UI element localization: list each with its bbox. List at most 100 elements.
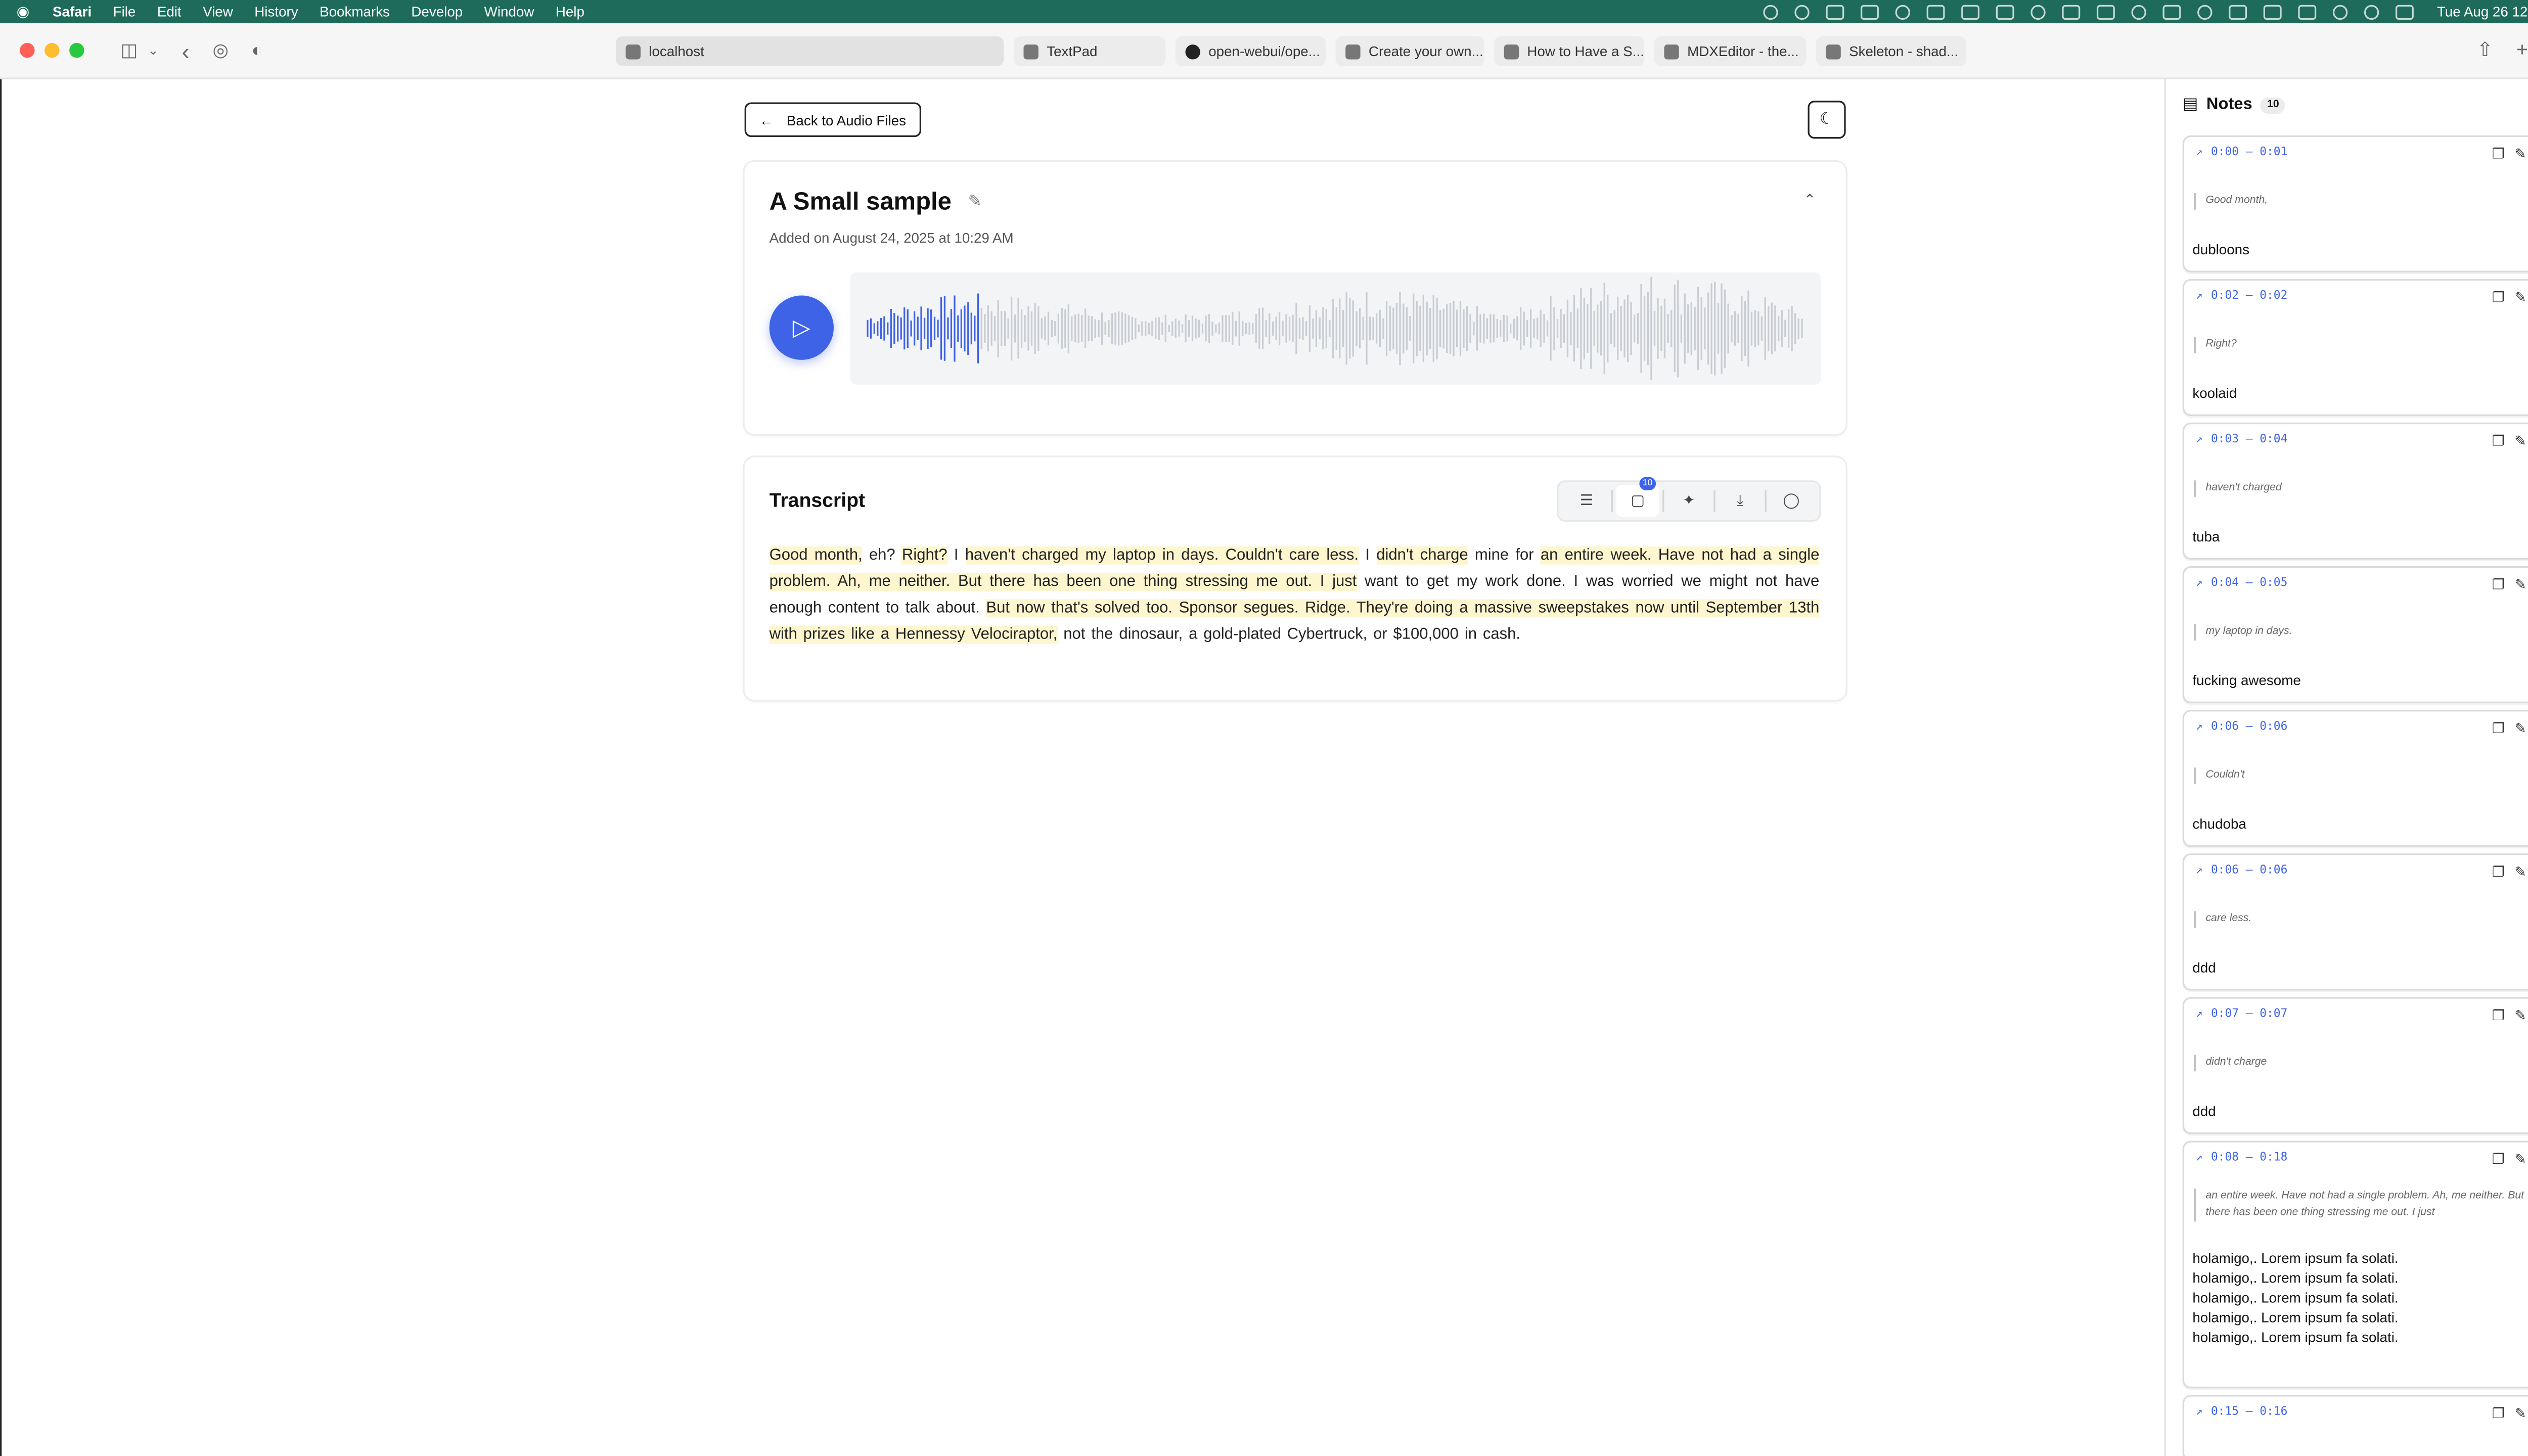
note-timestamp[interactable]: ↗ 0:07 – 0:07 <box>2196 1007 2287 1020</box>
edit-icon[interactable]: ✎ <box>2514 1151 2526 1169</box>
new-tab-icon[interactable]: + <box>2516 38 2528 61</box>
status-app-icon[interactable] <box>1826 4 1844 19</box>
transcript-segment[interactable]: not the dinosaur, a gold-plated Cybertru… <box>1057 626 1520 644</box>
note-timestamp[interactable]: ↗ 0:06 – 0:06 <box>2196 720 2287 733</box>
status-app-icon[interactable] <box>1961 4 1980 19</box>
note-timestamp[interactable]: ↗ 0:04 – 0:05 <box>2196 576 2287 589</box>
menu-safari[interactable]: Safari <box>53 4 92 20</box>
status-app-icon[interactable] <box>1763 4 1778 19</box>
transcript-segment[interactable]: eh? <box>863 547 902 565</box>
menubar-clock[interactable]: Tue Aug 26 12:25 PM <box>2437 4 2528 20</box>
copy-icon[interactable]: ❐ <box>2492 863 2505 882</box>
jump-to-time-icon[interactable]: ↗ <box>2196 720 2203 733</box>
apple-icon[interactable]: ◉ <box>17 3 30 21</box>
jump-to-time-icon[interactable]: ↗ <box>2196 1405 2203 1418</box>
collapse-chevron-icon[interactable]: ⌃ <box>1803 192 1816 210</box>
note-card[interactable]: ↗0:15 – 0:16❐✎␡ <box>2182 1395 2528 1456</box>
menu-view[interactable]: View <box>203 4 233 20</box>
jump-to-time-icon[interactable]: ↗ <box>2196 1007 2203 1020</box>
edit-icon[interactable]: ✎ <box>2514 720 2526 738</box>
jump-to-time-icon[interactable]: ↗ <box>2196 863 2203 877</box>
spotlight-icon[interactable] <box>2364 4 2379 19</box>
edit-icon[interactable]: ✎ <box>2514 289 2526 307</box>
status-app-icon[interactable] <box>1996 4 2014 19</box>
edit-icon[interactable]: ✎ <box>2514 145 2526 163</box>
back-arrow-icon[interactable]: ‹ <box>182 37 190 63</box>
note-timestamp[interactable]: ↗ 0:00 – 0:01 <box>2196 145 2287 158</box>
menu-edit[interactable]: Edit <box>157 4 182 20</box>
edit-title-icon[interactable]: ✎ <box>968 193 982 211</box>
copy-icon[interactable]: ❐ <box>2492 145 2505 163</box>
edit-icon[interactable]: ✎ <box>2514 863 2526 882</box>
note-card[interactable]: ↗0:02 – 0:02❐✎␡Right?koolaid <box>2182 279 2528 416</box>
copy-icon[interactable]: ❐ <box>2492 289 2505 307</box>
note-timestamp[interactable]: ↗ 0:02 – 0:02 <box>2196 289 2287 302</box>
copy-icon[interactable]: ❐ <box>2492 1007 2505 1025</box>
note-timestamp[interactable]: ↗ 0:08 – 0:18 <box>2196 1151 2287 1164</box>
note-card[interactable]: ↗0:06 – 0:06❐✎␡Couldn'tchudoba <box>2182 710 2528 847</box>
chat-button[interactable]: ◯ <box>1770 485 1813 517</box>
battery-icon[interactable] <box>2298 4 2317 19</box>
share-icon[interactable]: ⇧ <box>2476 38 2493 61</box>
menu-history[interactable]: History <box>254 4 298 20</box>
highlighted-segment[interactable]: Good month, <box>769 546 863 565</box>
transcript-text[interactable]: Good month, eh? Right? I haven't charged… <box>769 543 1820 649</box>
jump-to-time-icon[interactable]: ↗ <box>2196 1151 2203 1164</box>
note-card[interactable]: ↗0:06 – 0:06❐✎␡care less.ddd <box>2182 853 2528 991</box>
menu-help[interactable]: Help <box>556 4 584 20</box>
note-timestamp[interactable]: ↗ 0:03 – 0:04 <box>2196 433 2287 446</box>
tab-open-webui[interactable]: open-webui/ope... <box>1175 36 1326 66</box>
note-card[interactable]: ↗0:07 – 0:07❐✎␡didn't chargeddd <box>2182 997 2528 1134</box>
note-card[interactable]: ↗0:08 – 0:18❐✎␡an entire week. Have not … <box>2182 1141 2528 1389</box>
highlighted-segment[interactable]: didn't charge <box>1376 546 1468 565</box>
jump-to-time-icon[interactable]: ↗ <box>2196 289 2203 302</box>
waveform[interactable] <box>850 272 1821 385</box>
status-app-icon[interactable] <box>2062 4 2081 19</box>
transcript-segment[interactable]: mine for <box>1468 547 1541 565</box>
menu-file[interactable]: File <box>113 4 136 20</box>
theme-toggle-button[interactable]: ☾ <box>1808 101 1846 139</box>
status-app-icon[interactable] <box>2030 4 2046 19</box>
note-card[interactable]: ↗0:04 – 0:05❐✎␡my laptop in days.fucking… <box>2182 566 2528 704</box>
tab-textpad[interactable]: TextPad <box>1013 36 1166 66</box>
menu-develop[interactable]: Develop <box>411 4 463 20</box>
status-app-icon[interactable] <box>1861 4 1879 19</box>
highlighted-segment[interactable]: haven't charged my laptop in days. Could… <box>965 546 1359 565</box>
edit-icon[interactable]: ✎ <box>2514 1405 2526 1423</box>
copy-icon[interactable]: ❐ <box>2492 576 2505 595</box>
status-app-icon[interactable] <box>1895 4 1911 19</box>
status-app-icon[interactable] <box>2162 4 2181 19</box>
jump-to-time-icon[interactable]: ↗ <box>2196 576 2203 589</box>
close-window-button[interactable] <box>20 42 35 58</box>
note-timestamp[interactable]: ↗ 0:15 – 0:16 <box>2196 1405 2287 1418</box>
transcript-segment[interactable]: I <box>947 547 965 565</box>
folder-icon[interactable] <box>1926 4 1945 19</box>
copy-icon[interactable]: ❐ <box>2492 433 2505 451</box>
back-to-audio-files-button[interactable]: ← Back to Audio Files <box>744 102 921 138</box>
edit-icon[interactable]: ✎ <box>2514 576 2526 595</box>
transcript-segment[interactable]: I <box>1359 547 1376 565</box>
tab-create-your-own[interactable]: Create your own... <box>1335 36 1484 66</box>
note-timestamp[interactable]: ↗ 0:06 – 0:06 <box>2196 863 2287 877</box>
copy-icon[interactable]: ❐ <box>2492 1151 2505 1169</box>
zoom-window-button[interactable] <box>69 42 84 58</box>
note-card[interactable]: ↗0:03 – 0:04❐✎␡haven't chargedtuba <box>2182 422 2528 560</box>
list-view-button[interactable]: ☰ <box>1565 485 1608 517</box>
tab-localhost[interactable]: localhost <box>615 36 1004 66</box>
play-button[interactable]: ▷ <box>769 295 834 360</box>
edit-icon[interactable]: ✎ <box>2514 433 2526 451</box>
cloud-sync-icon[interactable] <box>1794 4 1810 19</box>
menu-bookmarks[interactable]: Bookmarks <box>320 4 390 20</box>
tab-skeleton[interactable]: Skeleton - shad... <box>1816 36 1966 66</box>
control-center-icon[interactable] <box>2396 4 2414 19</box>
note-card[interactable]: ↗0:00 – 0:01❐✎␡Good month,dubloons <box>2182 135 2528 272</box>
ai-sparkle-button[interactable]: ✦ <box>1667 485 1710 517</box>
sidebar-toggle-icon[interactable]: ◫ <box>120 39 138 61</box>
jump-to-time-icon[interactable]: ↗ <box>2196 433 2203 446</box>
privacy-icon[interactable]: ◎ <box>213 39 229 61</box>
highlighted-segment[interactable]: Right? <box>901 546 947 565</box>
volume-icon[interactable] <box>2263 4 2282 19</box>
copy-icon[interactable]: ❐ <box>2492 1405 2505 1423</box>
edit-icon[interactable]: ✎ <box>2514 1007 2526 1025</box>
download-button[interactable]: ⤓ <box>1719 485 1762 517</box>
